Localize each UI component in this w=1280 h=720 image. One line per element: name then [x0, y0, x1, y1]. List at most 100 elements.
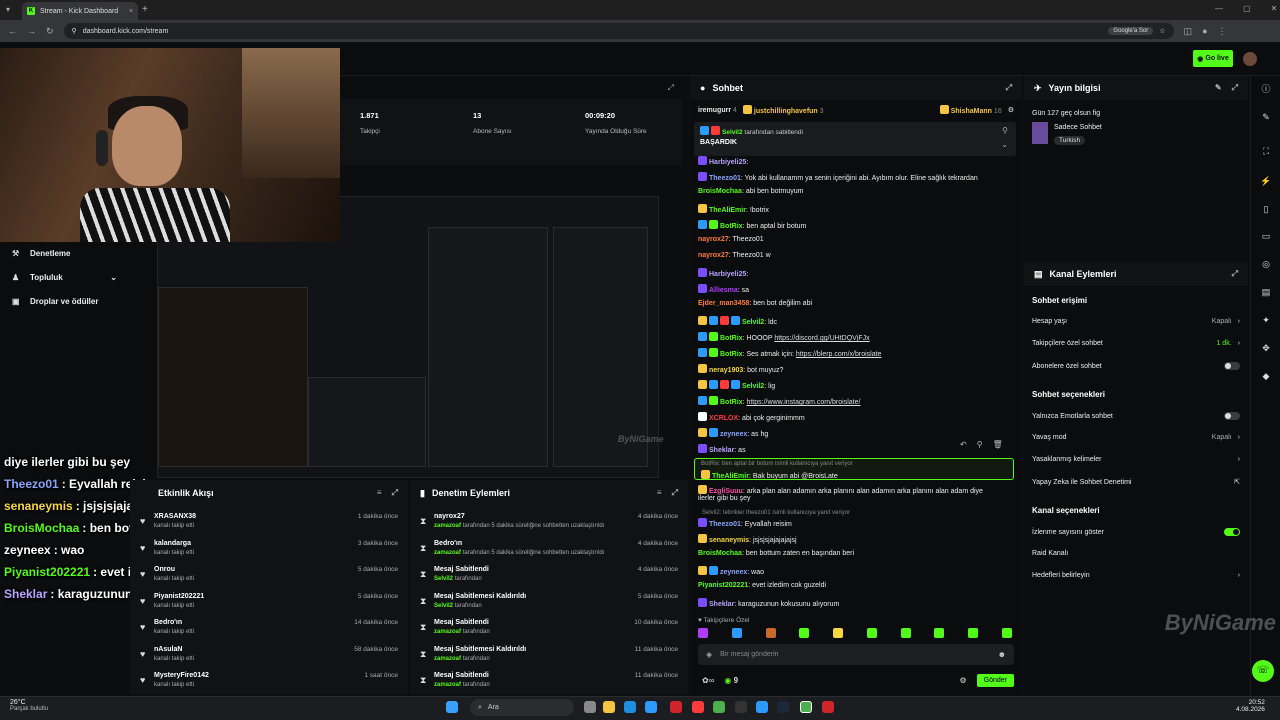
- emote-icon[interactable]: [799, 628, 810, 638]
- chat-user[interactable]: senaneymis: [709, 537, 749, 544]
- moderation-row[interactable]: ⧗ Mesaj Sabitlendi Selvil2 tarafından 4 dak…: [410, 563, 688, 589]
- settings-icon[interactable]: ⚙: [1008, 106, 1014, 114]
- pinned-message[interactable]: Selvil2 tarafından sabitlendi BAŞARDIK ⚲…: [694, 122, 1016, 156]
- infinity-icon[interactable]: ✿∞: [702, 676, 714, 685]
- nav-community[interactable]: ♟ Topluluk ⌄: [12, 273, 117, 282]
- emote-icon[interactable]: [968, 628, 979, 638]
- nav-drops[interactable]: ▣ Droplar ve ödüller: [12, 297, 98, 306]
- app-icon-red[interactable]: [670, 701, 682, 713]
- emote-icon[interactable]: [833, 628, 844, 638]
- emote-icon[interactable]: [900, 628, 911, 638]
- channel-setting-row[interactable]: Raid Kanalı: [1032, 550, 1240, 557]
- steam-icon[interactable]: [777, 701, 789, 713]
- weather-widget[interactable]: 26°C Parçalı bulutlu: [10, 699, 48, 712]
- edit-icon[interactable]: ✎: [1215, 83, 1222, 93]
- popout-icon[interactable]: ⤢: [672, 488, 678, 498]
- browser-tab[interactable]: K Stream - Kick Dashboard ×: [22, 2, 138, 20]
- channel-setting-row[interactable]: Hesap yaşı Kapalı ›: [1032, 318, 1240, 325]
- minimize-icon[interactable]: —: [1215, 4, 1223, 13]
- channel-setting-row[interactable]: Yasaklanmış kelimeler ›: [1032, 456, 1240, 463]
- chat-user[interactable]: Sheklar: [709, 601, 734, 608]
- popout-stats-icon[interactable]: ⤢: [668, 83, 674, 93]
- chat-user[interactable]: Harbiyeli25: [709, 159, 746, 166]
- chat-link[interactable]: https://discord.gg/UHtDQVjFJx: [774, 335, 869, 342]
- task-view-icon[interactable]: [584, 701, 596, 713]
- activity-row[interactable]: ♥ Onrou kanalı takip etti 5 dakika önce: [130, 563, 408, 589]
- chat-user[interactable]: TheAliEmir: [709, 207, 746, 214]
- toggle-switch[interactable]: [1224, 362, 1240, 370]
- nav-moderation[interactable]: ⚒ Denetleme: [12, 249, 70, 258]
- windows-start-icon[interactable]: [446, 701, 458, 713]
- google-ask-chip[interactable]: Google'a Sor: [1108, 27, 1154, 35]
- chat-input[interactable]: ◈ Bir mesaj gönderin ☻: [698, 644, 1014, 665]
- bolt-icon[interactable]: ⚡: [1259, 176, 1273, 190]
- info-icon[interactable]: ⓘ: [1259, 82, 1273, 96]
- go-live-button[interactable]: ◉ Go live: [1193, 50, 1233, 67]
- chat-user[interactable]: XCRLOX: [709, 415, 738, 422]
- stream-category[interactable]: Sadece Sohbet: [1054, 124, 1102, 131]
- chat-user[interactable]: Harbiyeli25: [709, 271, 746, 278]
- chat-icon[interactable]: ▭: [1259, 231, 1273, 245]
- close-window-icon[interactable]: ✕: [1271, 4, 1278, 13]
- channel-setting-row[interactable]: Hedefleri belirleyin ›: [1032, 572, 1240, 579]
- chat-user[interactable]: Alliesma: [709, 287, 738, 294]
- moderation-row[interactable]: ⧗ nayrox27 zamazoaf tarafından 5 dakika sü…: [410, 510, 688, 536]
- moderation-row[interactable]: ⧗ Mesaj Sabitlemesi Kaldırıldı Selvil2 tar…: [410, 590, 688, 616]
- chat-link[interactable]: https://blerp.com/x/broislate: [796, 351, 882, 358]
- emote-picker-icon[interactable]: ☻: [998, 650, 1006, 659]
- channel-setting-row[interactable]: Abonelere özel sohbet: [1032, 362, 1240, 370]
- chat-user[interactable]: neray1903: [709, 367, 743, 374]
- top-user-1[interactable]: iremugurr 4: [698, 107, 737, 114]
- layout-icon[interactable]: ▤: [1259, 287, 1273, 301]
- activity-row[interactable]: ♥ Bedro'ın kanalı takip etti 14 dakika önce: [130, 616, 408, 642]
- chat-user[interactable]: BotRix: [720, 335, 743, 342]
- chat-user[interactable]: BroisMochaa: [698, 550, 742, 557]
- moderation-row[interactable]: ⧗ Mesaj Sabitlemesi Kaldırıldı zamazoaf ta…: [410, 643, 688, 669]
- tab-close-icon[interactable]: ×: [129, 8, 133, 15]
- opera-icon[interactable]: [692, 701, 704, 713]
- chat-user[interactable]: BotRix: [720, 223, 743, 230]
- maximize-icon[interactable]: ▢: [1243, 4, 1251, 13]
- chat-user[interactable]: BroisMochaa: [698, 188, 742, 195]
- url-field[interactable]: ⚲ dashboard.kick.com/stream Google'a Sor…: [63, 23, 1174, 39]
- settings-icon[interactable]: ⚙: [959, 676, 966, 685]
- chat-user[interactable]: Selvil2: [742, 319, 764, 326]
- emote-icon[interactable]: [1001, 628, 1012, 638]
- file-explorer-icon[interactable]: [603, 701, 615, 713]
- top-user-3[interactable]: ShishaMann 16: [939, 105, 1002, 115]
- reload-icon[interactable]: ↻: [46, 26, 54, 37]
- activity-row[interactable]: ♥ XRASANX38 kanalı takip etti 1 dakika önce: [130, 510, 408, 536]
- back-icon[interactable]: ←: [8, 26, 17, 36]
- chat-link[interactable]: https://www.instagram.com/broislate/: [746, 399, 860, 406]
- app-icon-blue[interactable]: [756, 701, 768, 713]
- chat-user[interactable]: Sheklar: [709, 447, 734, 454]
- broadcast-icon[interactable]: ◎: [1259, 259, 1273, 273]
- delete-icon[interactable]: 🗑: [993, 440, 1003, 452]
- popout-icon[interactable]: ⤢: [392, 488, 398, 498]
- points-display[interactable]: ◉ 9: [724, 676, 738, 685]
- diamond-icon[interactable]: ◆: [1259, 371, 1273, 385]
- pen-icon[interactable]: ✎: [1259, 112, 1273, 126]
- clock[interactable]: 20:52 4.08.2026: [1236, 699, 1265, 713]
- reply-message[interactable]: BotRix: ben aptal bir botum isimli kulla…: [694, 458, 1014, 480]
- taskbar-search[interactable]: ⌕ Ara: [470, 699, 574, 716]
- moderation-row[interactable]: ⧗ Mesaj Sabitlendi zamazoaf tarafından 11 d…: [410, 669, 688, 695]
- support-chat-icon[interactable]: ☏: [1252, 660, 1274, 682]
- wrench-icon[interactable]: ✦: [1259, 315, 1273, 329]
- toggle-switch[interactable]: [1224, 412, 1240, 420]
- popout-icon[interactable]: ⤢: [1006, 83, 1012, 93]
- send-button[interactable]: Gönder: [976, 674, 1014, 687]
- bookmark-star-icon[interactable]: ☆: [1159, 27, 1165, 35]
- unpin-icon[interactable]: ⚲: [1002, 126, 1008, 135]
- forward-icon[interactable]: →: [27, 26, 36, 36]
- popout-icon[interactable]: ⤢: [1232, 83, 1238, 93]
- chat-user[interactable]: Piyanist202221: [698, 582, 748, 589]
- chat-user[interactable]: EzgliSuuu: [709, 488, 743, 495]
- toggle-switch[interactable]: [1224, 528, 1240, 536]
- chat-user[interactable]: BotRix: [720, 351, 743, 358]
- browser-menu-icon[interactable]: ⋮: [1218, 26, 1227, 37]
- chrome-icon[interactable]: [713, 701, 725, 713]
- activity-row[interactable]: ♥ nAsulaN kanalı takip etti 58 dakika önce: [130, 643, 408, 669]
- emote-icon[interactable]: [866, 628, 877, 638]
- edge-icon[interactable]: [624, 701, 636, 713]
